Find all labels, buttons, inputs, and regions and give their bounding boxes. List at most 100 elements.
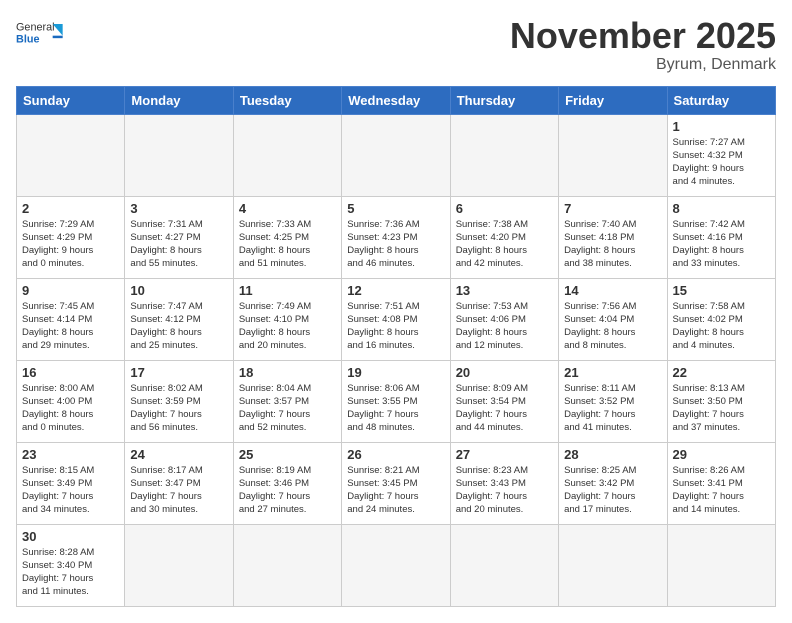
calendar-cell: 1 Sunrise: 7:27 AM Sunset: 4:32 PM Daylig…	[667, 114, 775, 196]
svg-text:General: General	[16, 22, 55, 34]
day-number: 25	[239, 447, 336, 462]
calendar-cell	[667, 524, 775, 606]
weekday-header-friday: Friday	[559, 86, 667, 114]
day-info: Sunrise: 8:19 AM Sunset: 3:46 PM Dayligh…	[239, 464, 336, 517]
day-info: Sunrise: 7:36 AM Sunset: 4:23 PM Dayligh…	[347, 218, 444, 271]
day-info: Sunrise: 8:21 AM Sunset: 3:45 PM Dayligh…	[347, 464, 444, 517]
day-info: Sunrise: 7:42 AM Sunset: 4:16 PM Dayligh…	[673, 218, 770, 271]
svg-text:Blue: Blue	[16, 33, 39, 45]
calendar-cell: 10 Sunrise: 7:47 AM Sunset: 4:12 PM Dayli…	[125, 278, 233, 360]
day-info: Sunrise: 8:02 AM Sunset: 3:59 PM Dayligh…	[130, 382, 227, 435]
weekday-header-row: SundayMondayTuesdayWednesdayThursdayFrid…	[17, 86, 776, 114]
weekday-header-tuesday: Tuesday	[233, 86, 341, 114]
calendar-cell	[233, 114, 341, 196]
day-info: Sunrise: 8:23 AM Sunset: 3:43 PM Dayligh…	[456, 464, 553, 517]
weekday-header-wednesday: Wednesday	[342, 86, 450, 114]
calendar-table: SundayMondayTuesdayWednesdayThursdayFrid…	[16, 86, 776, 607]
calendar-cell	[450, 524, 558, 606]
calendar-cell: 17 Sunrise: 8:02 AM Sunset: 3:59 PM Dayli…	[125, 360, 233, 442]
calendar-cell: 23 Sunrise: 8:15 AM Sunset: 3:49 PM Dayli…	[17, 442, 125, 524]
calendar-cell: 7Sunrise: 7:40 AM Sunset: 4:18 PM Daylig…	[559, 196, 667, 278]
calendar-cell: 6Sunrise: 7:38 AM Sunset: 4:20 PM Daylig…	[450, 196, 558, 278]
day-number: 13	[456, 283, 553, 298]
calendar-cell: 15Sunrise: 7:58 AM Sunset: 4:02 PM Dayli…	[667, 278, 775, 360]
day-info: Sunrise: 8:15 AM Sunset: 3:49 PM Dayligh…	[22, 464, 119, 517]
day-number: 8	[673, 201, 770, 216]
logo-svg: General Blue	[16, 16, 66, 52]
day-number: 1	[673, 119, 770, 134]
day-number: 28	[564, 447, 661, 462]
day-info: Sunrise: 8:11 AM Sunset: 3:52 PM Dayligh…	[564, 382, 661, 435]
calendar-cell: 24 Sunrise: 8:17 AM Sunset: 3:47 PM Dayli…	[125, 442, 233, 524]
calendar-cell	[559, 524, 667, 606]
calendar-cell: 26Sunrise: 8:21 AM Sunset: 3:45 PM Dayli…	[342, 442, 450, 524]
week-row-4: 16 Sunrise: 8:00 AM Sunset: 4:00 PM Dayli…	[17, 360, 776, 442]
day-number: 22	[673, 365, 770, 380]
calendar-cell: 22 Sunrise: 8:13 AM Sunset: 3:50 PM Dayli…	[667, 360, 775, 442]
header: General Blue November 2025 Byrum, Denmar…	[16, 16, 776, 74]
day-number: 5	[347, 201, 444, 216]
month-title: November 2025	[510, 16, 776, 56]
calendar-cell	[559, 114, 667, 196]
day-number: 16	[22, 365, 119, 380]
calendar-cell	[125, 114, 233, 196]
calendar-cell: 5 Sunrise: 7:36 AM Sunset: 4:23 PM Daylig…	[342, 196, 450, 278]
calendar-cell: 16 Sunrise: 8:00 AM Sunset: 4:00 PM Dayli…	[17, 360, 125, 442]
day-info: Sunrise: 8:25 AM Sunset: 3:42 PM Dayligh…	[564, 464, 661, 517]
week-row-2: 2 Sunrise: 7:29 AM Sunset: 4:29 PM Daylig…	[17, 196, 776, 278]
calendar-cell	[233, 524, 341, 606]
day-number: 19	[347, 365, 444, 380]
calendar-cell: 25 Sunrise: 8:19 AM Sunset: 3:46 PM Dayli…	[233, 442, 341, 524]
day-info: Sunrise: 7:45 AM Sunset: 4:14 PM Dayligh…	[22, 300, 119, 353]
weekday-header-sunday: Sunday	[17, 86, 125, 114]
calendar-cell: 8 Sunrise: 7:42 AM Sunset: 4:16 PM Daylig…	[667, 196, 775, 278]
day-info: Sunrise: 7:51 AM Sunset: 4:08 PM Dayligh…	[347, 300, 444, 353]
day-number: 29	[673, 447, 770, 462]
calendar-cell	[450, 114, 558, 196]
day-number: 24	[130, 447, 227, 462]
day-number: 20	[456, 365, 553, 380]
day-info: Sunrise: 7:29 AM Sunset: 4:29 PM Dayligh…	[22, 218, 119, 271]
week-row-5: 23 Sunrise: 8:15 AM Sunset: 3:49 PM Dayli…	[17, 442, 776, 524]
calendar-cell: 13 Sunrise: 7:53 AM Sunset: 4:06 PM Dayli…	[450, 278, 558, 360]
calendar-cell	[125, 524, 233, 606]
day-number: 23	[22, 447, 119, 462]
day-info: Sunrise: 7:56 AM Sunset: 4:04 PM Dayligh…	[564, 300, 661, 353]
day-info: Sunrise: 7:53 AM Sunset: 4:06 PM Dayligh…	[456, 300, 553, 353]
day-info: Sunrise: 8:06 AM Sunset: 3:55 PM Dayligh…	[347, 382, 444, 435]
calendar-cell: 30Sunrise: 8:28 AM Sunset: 3:40 PM Dayli…	[17, 524, 125, 606]
day-info: Sunrise: 8:09 AM Sunset: 3:54 PM Dayligh…	[456, 382, 553, 435]
weekday-header-thursday: Thursday	[450, 86, 558, 114]
title-area: November 2025 Byrum, Denmark	[510, 16, 776, 74]
location: Byrum, Denmark	[510, 56, 776, 74]
day-number: 15	[673, 283, 770, 298]
day-info: Sunrise: 8:26 AM Sunset: 3:41 PM Dayligh…	[673, 464, 770, 517]
day-number: 12	[347, 283, 444, 298]
day-info: Sunrise: 8:00 AM Sunset: 4:00 PM Dayligh…	[22, 382, 119, 435]
day-info: Sunrise: 7:38 AM Sunset: 4:20 PM Dayligh…	[456, 218, 553, 271]
day-number: 2	[22, 201, 119, 216]
day-info: Sunrise: 7:33 AM Sunset: 4:25 PM Dayligh…	[239, 218, 336, 271]
calendar-cell: 21 Sunrise: 8:11 AM Sunset: 3:52 PM Dayli…	[559, 360, 667, 442]
calendar-cell: 3Sunrise: 7:31 AM Sunset: 4:27 PM Daylig…	[125, 196, 233, 278]
day-number: 18	[239, 365, 336, 380]
day-info: Sunrise: 8:13 AM Sunset: 3:50 PM Dayligh…	[673, 382, 770, 435]
day-info: Sunrise: 8:04 AM Sunset: 3:57 PM Dayligh…	[239, 382, 336, 435]
week-row-3: 9 Sunrise: 7:45 AM Sunset: 4:14 PM Daylig…	[17, 278, 776, 360]
calendar-cell: 4 Sunrise: 7:33 AM Sunset: 4:25 PM Daylig…	[233, 196, 341, 278]
day-number: 4	[239, 201, 336, 216]
day-info: Sunrise: 7:31 AM Sunset: 4:27 PM Dayligh…	[130, 218, 227, 271]
day-number: 9	[22, 283, 119, 298]
day-info: Sunrise: 7:27 AM Sunset: 4:32 PM Dayligh…	[673, 136, 770, 189]
day-number: 10	[130, 283, 227, 298]
calendar-cell: 28 Sunrise: 8:25 AM Sunset: 3:42 PM Dayli…	[559, 442, 667, 524]
day-info: Sunrise: 8:17 AM Sunset: 3:47 PM Dayligh…	[130, 464, 227, 517]
calendar-cell	[17, 114, 125, 196]
day-number: 14	[564, 283, 661, 298]
day-number: 17	[130, 365, 227, 380]
calendar-cell: 9 Sunrise: 7:45 AM Sunset: 4:14 PM Daylig…	[17, 278, 125, 360]
weekday-header-monday: Monday	[125, 86, 233, 114]
day-info: Sunrise: 7:47 AM Sunset: 4:12 PM Dayligh…	[130, 300, 227, 353]
calendar-cell: 11Sunrise: 7:49 AM Sunset: 4:10 PM Dayli…	[233, 278, 341, 360]
day-number: 21	[564, 365, 661, 380]
